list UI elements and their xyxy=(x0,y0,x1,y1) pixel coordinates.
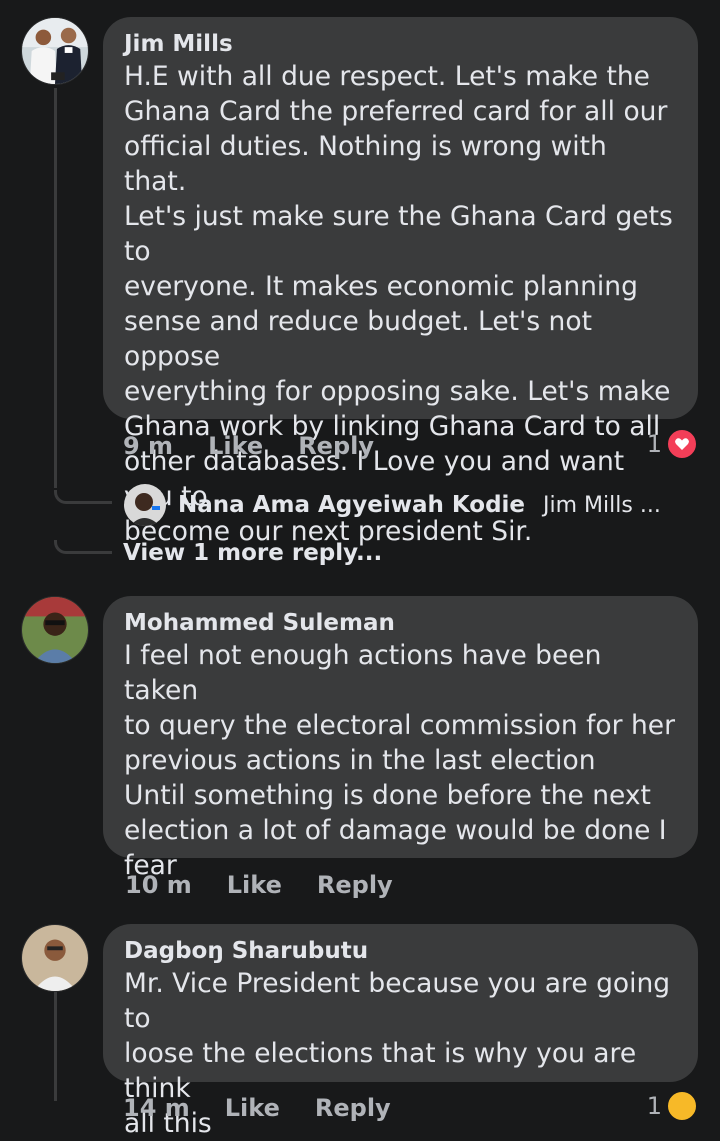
comment-author[interactable]: Mohammed Suleman xyxy=(124,608,676,638)
reply-snippet: Jim Mills ... xyxy=(543,492,661,518)
avatar[interactable] xyxy=(21,596,89,664)
comment-actions: 9 m Like Reply xyxy=(123,431,374,461)
comment-text: H.E with all due respect. Let's make the… xyxy=(124,61,673,547)
avatar[interactable] xyxy=(21,17,89,85)
comment-bubble: Jim Mills H.E with all due respect. Let'… xyxy=(103,17,698,547)
thread-connector xyxy=(54,490,112,504)
heart-icon xyxy=(666,428,698,460)
like-button[interactable]: Like xyxy=(227,870,282,900)
like-button[interactable]: Like xyxy=(208,431,263,461)
comment-actions: 10 m Like Reply xyxy=(125,870,393,900)
like-button[interactable]: Like xyxy=(225,1093,280,1123)
reply-author[interactable]: Nana Ama Agyeiwah Kodie xyxy=(178,492,525,518)
comment-time[interactable]: 14 m xyxy=(123,1093,190,1123)
comment-text: I feel not enough actions have been take… xyxy=(124,640,675,881)
reply-button[interactable]: Reply xyxy=(298,431,374,461)
reaction-count: 1 xyxy=(646,1092,662,1120)
thread-line xyxy=(54,88,57,488)
avatar[interactable] xyxy=(124,484,166,526)
thread-line xyxy=(54,992,57,1101)
thread-connector xyxy=(54,540,112,554)
reaction-summary[interactable]: 1 xyxy=(647,1090,698,1122)
comment-time[interactable]: 10 m xyxy=(125,870,192,900)
comment-actions: 14 m Like Reply xyxy=(123,1093,391,1123)
reaction-count: 1 xyxy=(646,430,662,458)
view-more-replies-link[interactable]: View 1 more reply... xyxy=(123,540,382,566)
reply-preview[interactable]: Nana Ama Agyeiwah Kodie Jim Mills ... xyxy=(124,484,661,526)
reaction-summary[interactable]: 1 xyxy=(647,428,698,460)
avatar[interactable] xyxy=(21,924,89,992)
comment-bubble: Mohammed Suleman I feel not enough actio… xyxy=(103,596,698,881)
comment-bubble: Dagboŋ Sharubutu Mr. Vice President beca… xyxy=(103,924,698,1139)
reply-button[interactable]: Reply xyxy=(315,1093,391,1123)
comment-author[interactable]: Dagboŋ Sharubutu xyxy=(124,936,676,966)
reply-button[interactable]: Reply xyxy=(317,870,393,900)
comment-author[interactable]: Jim Mills xyxy=(124,29,676,59)
comment-time[interactable]: 9 m xyxy=(123,431,173,461)
haha-icon xyxy=(666,1090,698,1122)
